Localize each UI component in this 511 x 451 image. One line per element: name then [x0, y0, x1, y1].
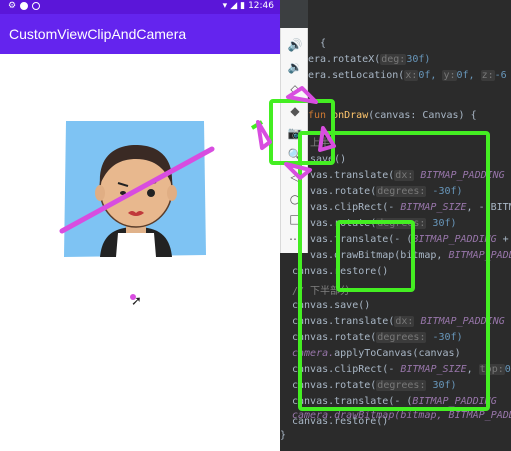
status-bar: ⚙ ▾ ◢ ▮ 12:46 — [0, 0, 280, 14]
code-line: era.rotateX(deg:30f) — [308, 54, 431, 65]
home-icon[interactable]: ○ — [284, 189, 306, 209]
rotate-right-icon[interactable]: ◆ — [284, 101, 306, 121]
camera-icon[interactable]: 📷 — [284, 123, 306, 143]
code-line: vas.rotate(degrees: -30f) — [310, 186, 463, 197]
back-icon[interactable]: ◁ — [284, 167, 306, 187]
zoom-icon[interactable]: 🔍 — [284, 145, 306, 165]
code-line: } — [280, 430, 287, 441]
touch-dot — [130, 294, 136, 300]
code-line: canvas.save() — [292, 300, 371, 311]
code-line: vas.translate(dx: BITMAP_PADDING + — [310, 170, 511, 181]
rotate-left-icon[interactable]: ◇ — [284, 79, 306, 99]
code-line: canvas.rotate(degrees: -30f) — [292, 332, 463, 343]
app-title: CustomViewClipAndCamera — [9, 26, 187, 42]
status-time: 12:46 — [248, 1, 274, 11]
gear-icon: ⚙ — [8, 1, 17, 11]
code-line: camera.applyToCanvas(canvas) — [292, 348, 461, 359]
volume-down-icon[interactable]: 🔉 — [284, 57, 306, 77]
code-line: vas.rotate(degrees: 30f) — [310, 218, 457, 229]
more-icon[interactable]: ⋯ — [284, 229, 306, 249]
code-line: fun onDraw(canvas: Canvas) { — [308, 110, 477, 121]
signal-icon: ◢ — [230, 1, 238, 11]
avatar-picture — [59, 121, 215, 257]
app-bar: CustomViewClipAndCamera — [0, 14, 280, 54]
notification-ring-icon — [32, 2, 41, 10]
notification-dot-icon — [20, 2, 29, 10]
code-line: save() — [310, 154, 347, 165]
code-line: { — [308, 38, 327, 49]
code-line: vas.translate(- (BITMAP_PADDING + — [310, 234, 509, 245]
code-line: canvas.translate(dx: BITMAP_PADDING + — [292, 316, 511, 327]
wifi-icon: ▾ — [222, 1, 228, 11]
code-line: 上半 — [310, 138, 330, 149]
overview-icon[interactable]: □ — [284, 209, 306, 229]
code-line: era.setLocation(x:0f, y:0f, z:-6 — [308, 70, 507, 81]
code-line: canvas.clipRect(- BITMAP_SIZE, top:0f — [292, 364, 511, 375]
battery-icon: ▮ — [240, 1, 246, 11]
code-line: canvas.restore() — [292, 416, 389, 427]
volume-up-icon[interactable]: 🔊 — [284, 35, 306, 55]
emulator-toolbar: ✕ — ⏻ 🔊 🔉 ◇ ◆ 📷 🔍 ◁ ○ □ ⋯ — [280, 0, 308, 253]
phone-screen: ⚙ ▾ ◢ ▮ 12:46 CustomViewClipAndCamera ➚ — [0, 0, 280, 451]
code-line: canvas.restore() — [292, 266, 389, 277]
code-line: vas.clipRect(- BITMAP_SIZE, - BITM — [310, 202, 511, 213]
code-line: canvas.rotate(degrees: 30f) — [292, 380, 457, 391]
code-line: vas.drawBitmap(bitmap, BITMAP_PADDI — [310, 250, 511, 261]
